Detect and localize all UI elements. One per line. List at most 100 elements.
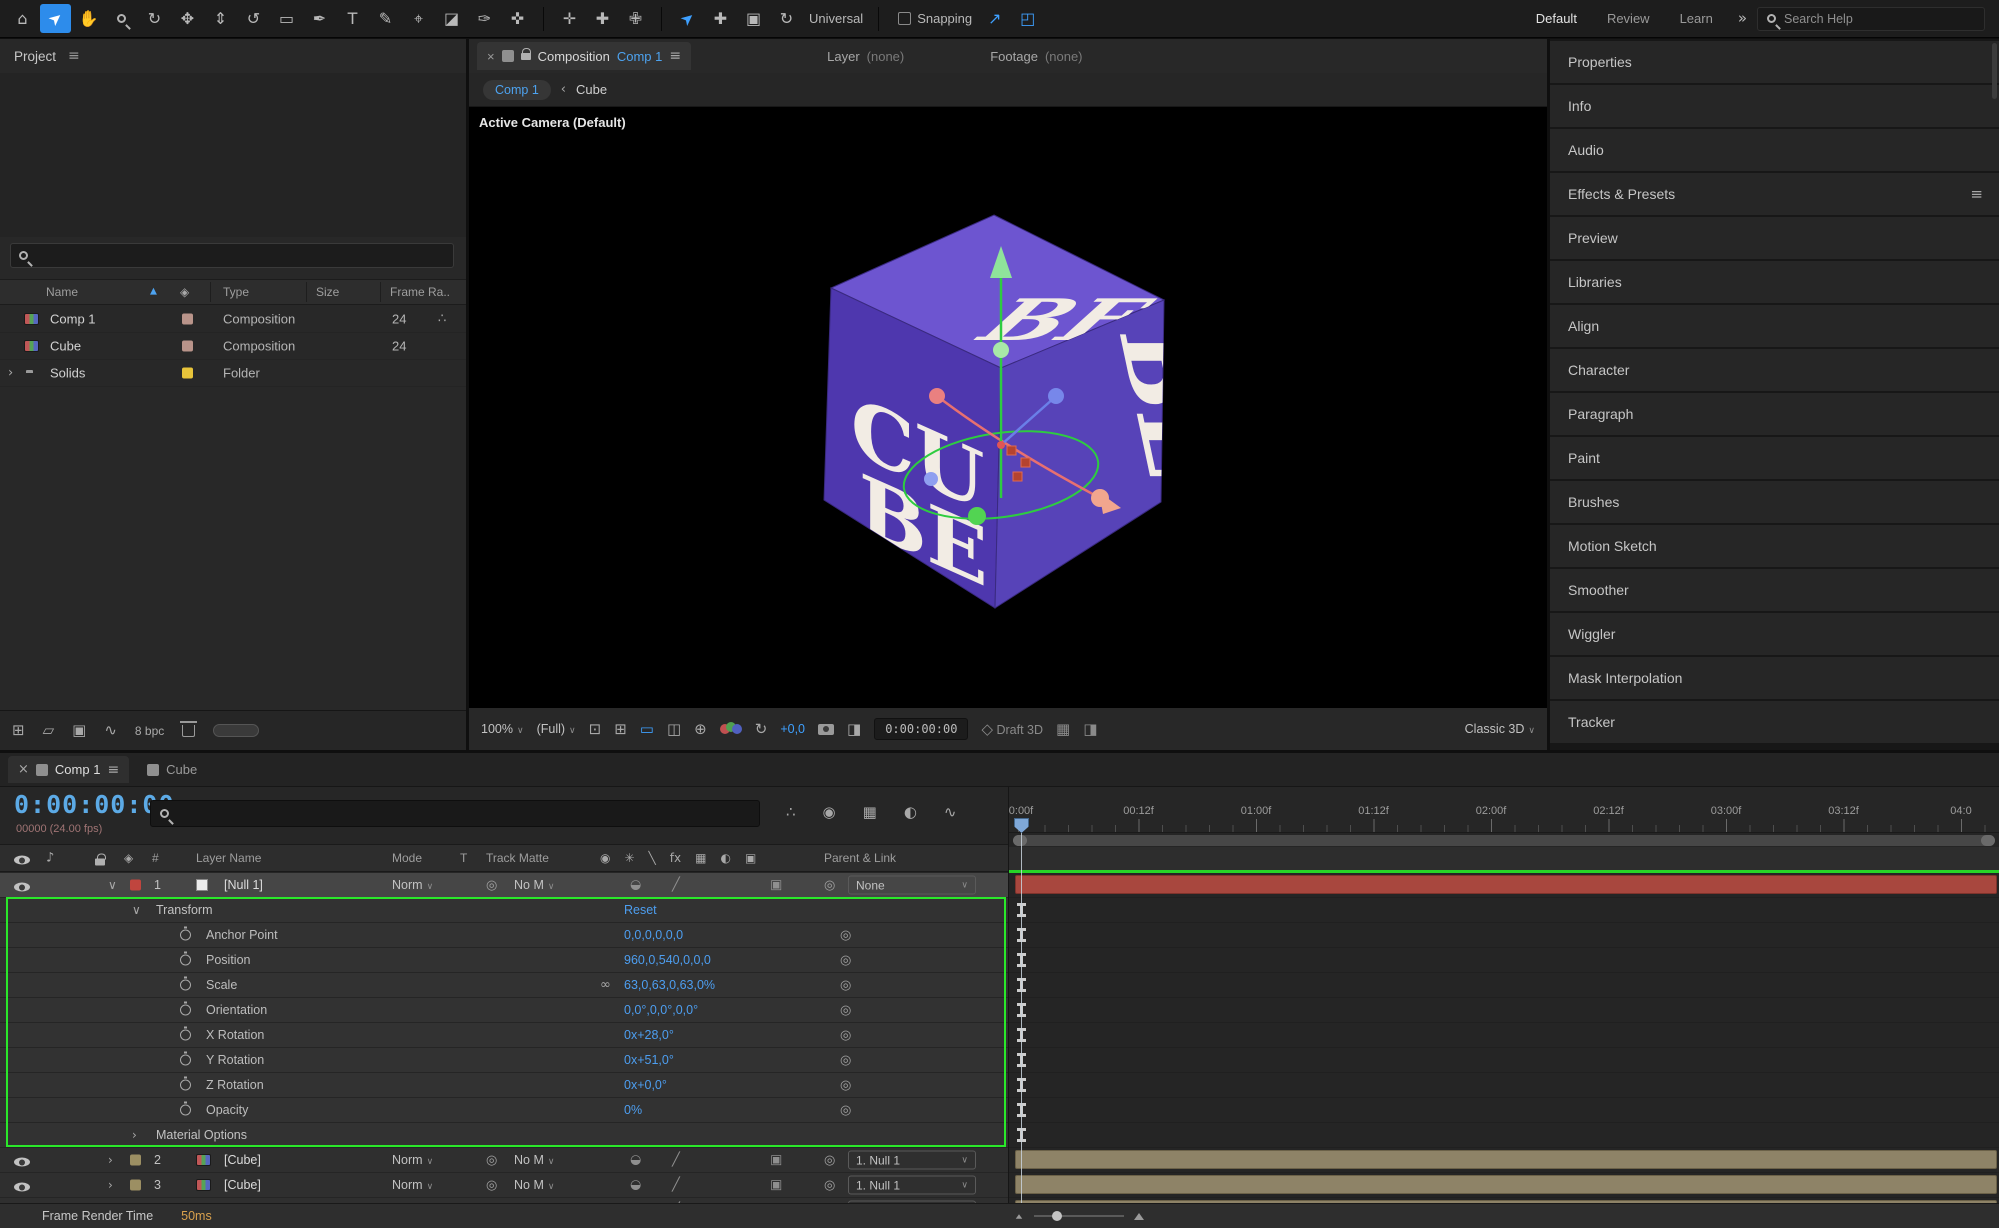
property-value[interactable]: 0% <box>624 1103 642 1117</box>
stopwatch-icon[interactable] <box>180 1005 191 1016</box>
frame-blending-icon[interactable]: ▦ <box>863 805 877 820</box>
panel-libraries[interactable]: Libraries <box>1550 261 1999 303</box>
property-name[interactable]: Orientation <box>206 1003 267 1017</box>
work-area-end-handle[interactable] <box>1981 835 1995 846</box>
time-ruler[interactable]: 0:00f00:12f01:00f01:12f02:00f02:12f03:00… <box>1009 787 1999 833</box>
quality-switch[interactable]: ◒ <box>630 1154 641 1167</box>
property-pickwhip-icon[interactable]: ◎ <box>840 1102 851 1118</box>
roto-brush-tool[interactable]: ✑ <box>469 4 500 33</box>
timeline-lane[interactable] <box>1009 898 1999 923</box>
new-folder-icon[interactable]: ▱ <box>43 723 55 738</box>
blend-mode-select[interactable]: Norm∨ <box>392 1153 433 1167</box>
clone-stamp-tool[interactable]: ⌖ <box>403 4 434 33</box>
property-value[interactable]: 63,0,63,0,63,0% <box>624 978 715 992</box>
expand-arrow-icon[interactable]: › <box>132 1129 137 1141</box>
local-axis-mode[interactable]: ✛ <box>554 4 585 33</box>
comp-mini-flowchart-icon[interactable]: ∴ <box>786 805 796 820</box>
tab-layer[interactable]: Layer (none) <box>817 42 914 70</box>
snapping-checkbox[interactable] <box>898 12 911 25</box>
property-row[interactable]: Z Rotation0x+0,0°◎ <box>0 1073 1008 1098</box>
orbit-camera-tool[interactable]: ↻ <box>139 4 170 33</box>
breadcrumb-comp[interactable]: Comp 1 <box>483 80 551 100</box>
rectangle-tool[interactable]: ▭ <box>271 4 302 33</box>
threed-switch[interactable]: ▣ <box>770 879 782 892</box>
property-pickwhip-icon[interactable]: ◎ <box>840 1027 851 1043</box>
track-matte-pickwhip-icon[interactable]: ◎ <box>486 1152 497 1168</box>
channel-rgb-icon[interactable] <box>720 722 742 736</box>
stopwatch-icon[interactable] <box>180 1055 191 1066</box>
dolly-camera-tool[interactable]: ⇕ <box>205 4 236 33</box>
track-matte-pickwhip-icon[interactable]: ◎ <box>486 1177 497 1193</box>
parent-link-select[interactable]: 1. Null 1∨ <box>848 1176 976 1195</box>
layer-name[interactable]: [Null 1] <box>224 878 263 892</box>
track-matte-select[interactable]: No M∨ <box>514 878 554 892</box>
property-name[interactable]: Position <box>206 953 250 967</box>
threed-switch[interactable]: ▣ <box>770 1154 782 1167</box>
zoom-slider-thumb[interactable] <box>1052 1211 1062 1221</box>
panel-menu-icon[interactable]: ≡ <box>68 49 80 63</box>
timeline-lane[interactable] <box>1009 1098 1999 1123</box>
timeline-lane[interactable] <box>1009 1148 1999 1173</box>
blend-mode-select[interactable]: Norm∨ <box>392 878 433 892</box>
panel-align[interactable]: Align <box>1550 305 1999 347</box>
fx-switch[interactable]: ╱ <box>672 1154 680 1167</box>
snap-feature-toggle[interactable]: ◰ <box>1012 4 1043 33</box>
threed-switch[interactable]: ▣ <box>770 1179 782 1192</box>
world-axis-mode[interactable]: ✚ <box>587 4 618 33</box>
parent-pickwhip-icon[interactable]: ◎ <box>824 1177 835 1193</box>
bit-depth-label[interactable]: 8 bpc <box>135 724 164 738</box>
trash-icon[interactable] <box>182 725 195 737</box>
snapshot-camera-icon[interactable] <box>818 724 834 735</box>
property-pickwhip-icon[interactable]: ◎ <box>840 927 851 943</box>
track-matte-select[interactable]: No M∨ <box>514 1178 554 1192</box>
panel-wiggler[interactable]: Wiggler <box>1550 613 1999 655</box>
parent-link-select[interactable]: None∨ <box>848 876 976 895</box>
property-row[interactable]: Orientation0,0°,0,0°,0,0°◎ <box>0 998 1008 1023</box>
motion-blur-icon[interactable]: ◐ <box>904 805 917 820</box>
shy-layers-icon[interactable]: ◉ <box>823 805 836 820</box>
eye-icon[interactable] <box>14 1183 30 1192</box>
property-name[interactable]: Scale <box>206 978 237 992</box>
collapse-arrow-icon[interactable]: ∨ <box>132 904 141 916</box>
timeline-lane[interactable] <box>1009 1023 1999 1048</box>
panel-menu-icon[interactable]: ≡ <box>107 763 119 777</box>
property-name[interactable]: X Rotation <box>206 1028 264 1042</box>
timeline-lane[interactable] <box>1009 1173 1999 1198</box>
eraser-tool[interactable]: ◪ <box>436 4 467 33</box>
property-value[interactable]: 0x+0,0° <box>624 1078 667 1092</box>
layer-duration-bar[interactable] <box>1015 1175 1997 1194</box>
stopwatch-icon[interactable] <box>180 1030 191 1041</box>
panel-smoother[interactable]: Smoother <box>1550 569 1999 611</box>
group-name[interactable]: Transform <box>156 903 213 917</box>
property-row[interactable]: Position960,0,540,0,0,0◎ <box>0 948 1008 973</box>
work-area-bar[interactable] <box>1013 835 1995 846</box>
label-color-chip[interactable] <box>130 1155 141 1166</box>
property-value[interactable]: 0x+51,0° <box>624 1053 674 1067</box>
label-color-chip[interactable] <box>182 368 193 379</box>
workspace-tab-learn[interactable]: Learn <box>1665 11 1728 26</box>
property-pickwhip-icon[interactable]: ◎ <box>840 1077 851 1093</box>
panel-motion-sketch[interactable]: Motion Sketch <box>1550 525 1999 567</box>
workspace-tab-default[interactable]: Default <box>1521 11 1592 26</box>
timeline-lane[interactable] <box>1009 998 1999 1023</box>
stopwatch-icon[interactable] <box>180 955 191 966</box>
interpret-footage-icon[interactable]: ⊞ <box>12 723 25 738</box>
tab-composition[interactable]: × Composition Comp 1 ≡ <box>477 42 691 70</box>
panel-brushes[interactable]: Brushes <box>1550 481 1999 523</box>
group-name[interactable]: Material Options <box>156 1128 247 1142</box>
tab-footage[interactable]: Footage (none) <box>980 42 1092 70</box>
collapse-arrow-icon[interactable]: ∨ <box>108 879 117 891</box>
timeline-lane[interactable] <box>1009 873 1999 898</box>
project-row[interactable]: Comp 1Composition24∴ <box>0 306 466 333</box>
item-name[interactable]: Cube <box>50 339 81 354</box>
property-pickwhip-icon[interactable]: ◎ <box>840 1002 851 1018</box>
timeline-tab-comp-1[interactable]: ×Comp 1≡ <box>8 756 129 783</box>
panel-info[interactable]: Info <box>1550 85 1999 127</box>
transparency-grid-icon[interactable]: ◨ <box>1083 722 1097 737</box>
composition-viewport[interactable]: Active Camera (Default) BE CU BE <box>469 107 1547 708</box>
property-group-row[interactable]: › Material Options <box>0 1123 1008 1148</box>
label-color-chip[interactable] <box>130 880 141 891</box>
zoom-in-icon[interactable] <box>1134 1213 1144 1220</box>
panel-audio[interactable]: Audio <box>1550 129 1999 171</box>
fx-switch[interactable]: ╱ <box>672 879 680 892</box>
